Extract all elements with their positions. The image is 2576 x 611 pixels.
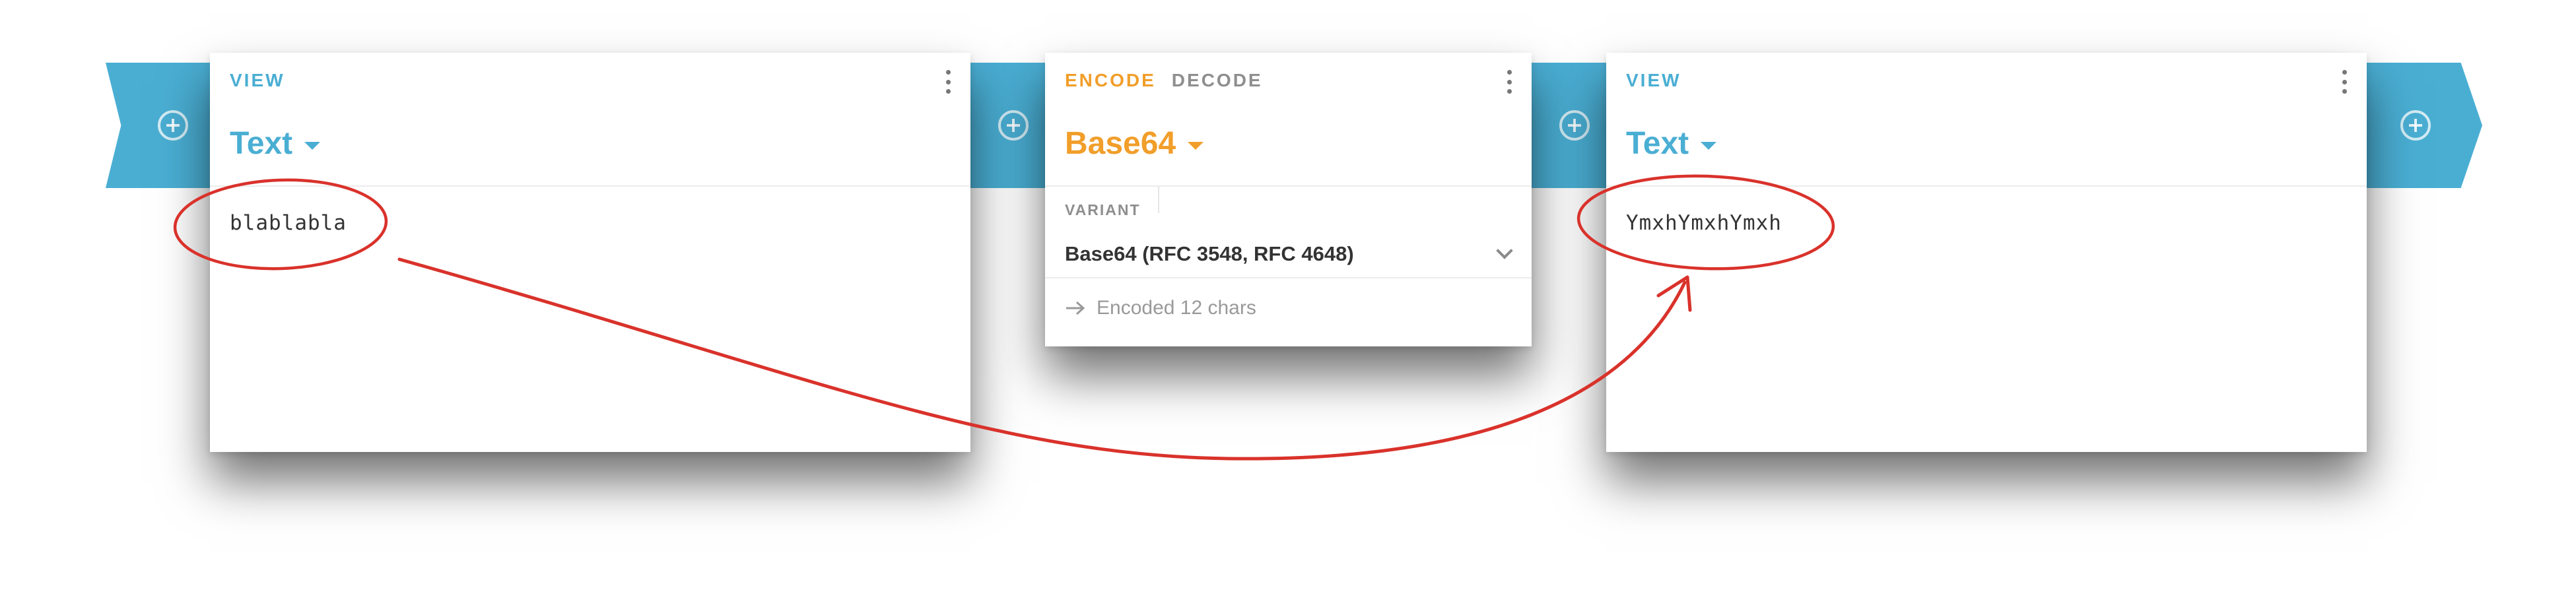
field-divider [1158, 187, 1159, 213]
variant-select[interactable]: Base64 (RFC 3548, RFC 4648) [1065, 234, 1517, 274]
more-vert-icon[interactable] [943, 70, 953, 94]
arrow-right-icon [1066, 301, 1085, 315]
chevron-down-icon [1496, 242, 1513, 259]
divider [1045, 277, 1532, 278]
dropdown-caret-icon [1701, 141, 1717, 150]
more-vert-icon[interactable] [1504, 70, 1514, 94]
codec-card-base64: ENCODE DECODE Base64 VARIANT Base64 (RFC… [1045, 53, 1532, 346]
text-input-area[interactable]: blablabla [230, 211, 951, 439]
add-operation-icon[interactable] [158, 110, 188, 141]
add-operation-icon[interactable] [998, 110, 1029, 141]
pipeline-ribbon-connector [1532, 63, 1617, 188]
card-tabs: ENCODE DECODE [1065, 70, 1263, 91]
variant-field-label: VARIANT [1065, 201, 1141, 218]
pipeline-ribbon-end [2363, 63, 2482, 188]
codec-selector[interactable]: Base64 [1065, 125, 1204, 162]
text-output-area[interactable]: YmxhYmxhYmxh [1626, 211, 2347, 439]
status-message: Encoded 12 chars [1065, 297, 1256, 319]
dropdown-caret-icon [304, 141, 321, 150]
more-vert-icon[interactable] [2339, 70, 2350, 94]
tab-decode[interactable]: DECODE [1172, 70, 1263, 91]
view-card-output: VIEW Text YmxhYmxhYmxh [1606, 53, 2367, 452]
codec-label: Base64 [1065, 126, 1176, 161]
pipeline-ribbon-connector [970, 63, 1056, 188]
card-header: VIEW Text [210, 53, 970, 187]
tab-encode[interactable]: ENCODE [1065, 70, 1156, 91]
card-tabs: VIEW [1626, 70, 1681, 91]
card-header: VIEW Text [1606, 53, 2367, 187]
dropdown-caret-icon [1188, 141, 1204, 150]
tab-view[interactable]: VIEW [1626, 70, 1681, 91]
pipeline-ribbon-start [106, 63, 224, 188]
card-header: ENCODE DECODE Base64 [1045, 53, 1532, 187]
variant-value: Base64 (RFC 3548, RFC 4648) [1065, 242, 1354, 265]
format-label: Text [230, 126, 293, 161]
card-tabs: VIEW [230, 70, 285, 91]
add-operation-icon[interactable] [1559, 110, 1590, 141]
format-selector[interactable]: Text [1626, 125, 1717, 162]
tab-view[interactable]: VIEW [230, 70, 285, 91]
view-card-input: VIEW Text blablabla [210, 53, 970, 452]
format-selector[interactable]: Text [230, 125, 321, 162]
status-text: Encoded 12 chars [1097, 297, 1256, 319]
add-operation-icon[interactable] [2400, 110, 2431, 141]
format-label: Text [1626, 126, 1689, 161]
